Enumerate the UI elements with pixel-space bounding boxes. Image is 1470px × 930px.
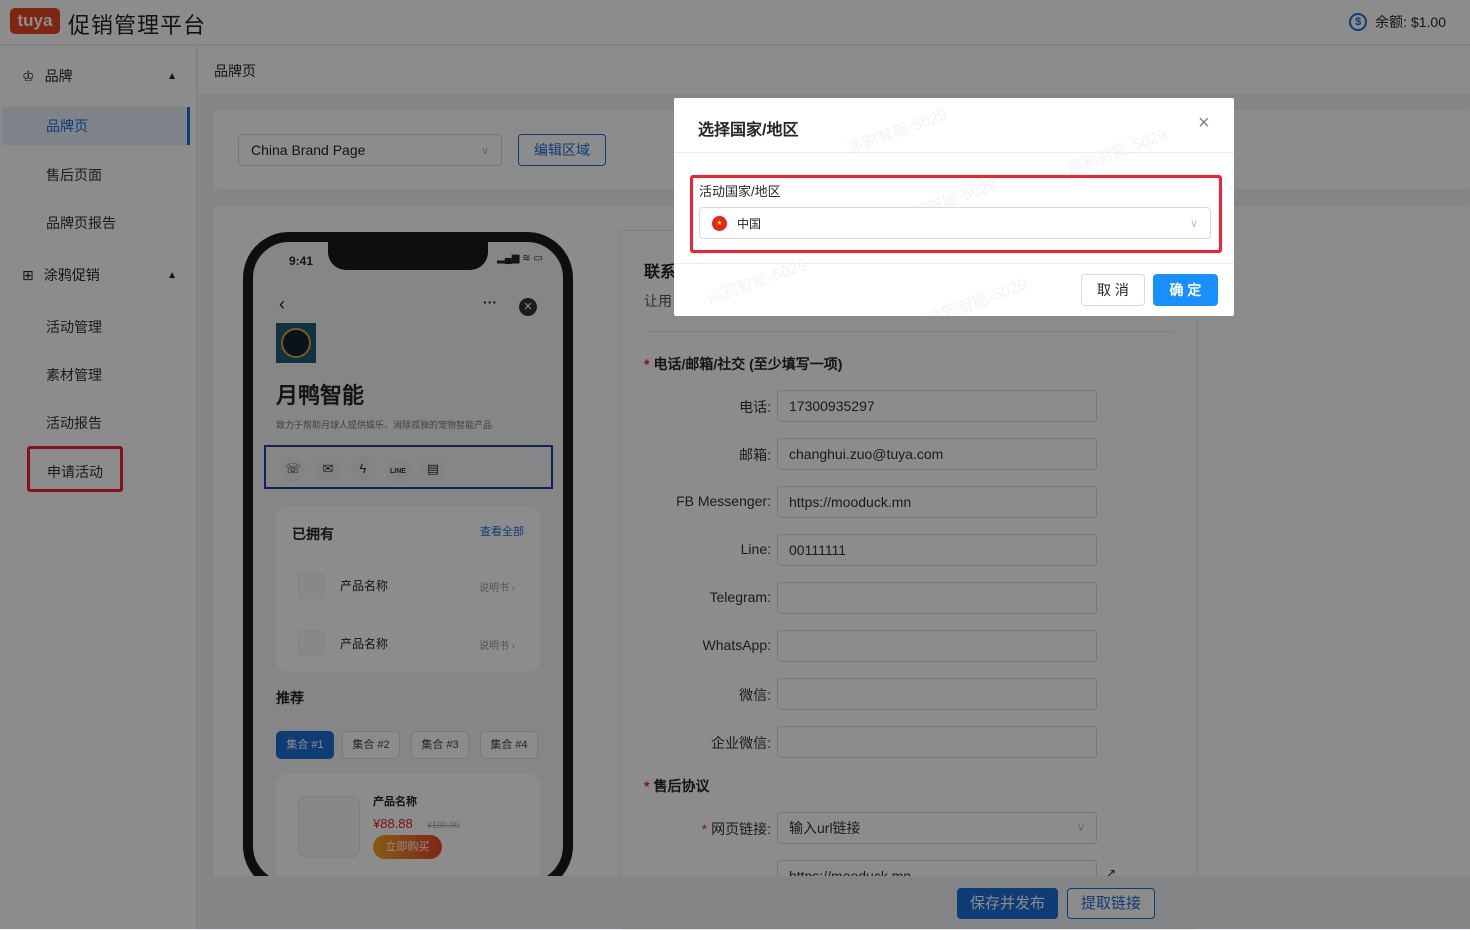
select-value: 中国	[737, 216, 762, 231]
watermark: 涂鸦智能-5029	[705, 256, 810, 309]
field-label: 活动国家/地区	[699, 184, 781, 199]
country-select-modal: 涂鸦智能-5029 涂鸦智能-5029 涂鸦智能-5029 涂鸦智能-5029 …	[674, 98, 1234, 316]
watermark: 涂鸦智能-5029	[1065, 126, 1170, 179]
close-icon[interactable]: ×	[1198, 112, 1210, 135]
china-flag-icon: ★	[712, 215, 727, 231]
modal-title: 选择国家/地区	[698, 122, 799, 139]
country-select[interactable]: ★ 中国 ∨	[699, 207, 1211, 239]
chevron-down-icon: ∨	[1189, 217, 1198, 230]
divider	[674, 263, 1234, 264]
cancel-button[interactable]: 取 消	[1081, 274, 1145, 306]
ok-button[interactable]: 确 定	[1153, 274, 1218, 306]
watermark: 涂鸦智能-5029	[925, 276, 1030, 316]
country-field-highlight: 活动国家/地区 ★ 中国 ∨	[690, 175, 1222, 253]
divider	[674, 152, 1234, 153]
watermark: 涂鸦智能-5029	[845, 106, 950, 159]
